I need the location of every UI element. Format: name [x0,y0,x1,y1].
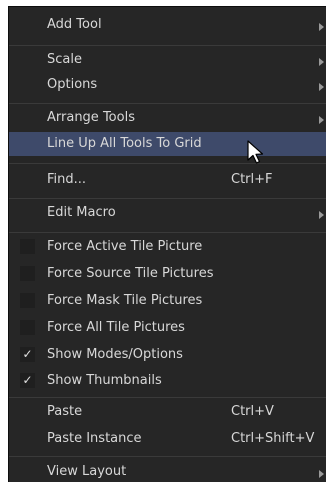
submenu-arrow-icon [319,116,324,124]
submenu-arrow-icon [319,211,324,219]
menu-item-find[interactable]: Find... Ctrl+F [9,172,326,192]
menu-item-label: Edit Macro [47,205,116,220]
menu-item-label: Options [47,77,98,92]
checkbox [20,266,35,281]
menu-item-label: View Layout [47,464,127,479]
menu-item-scale[interactable]: Scale [9,52,326,72]
mouse-pointer-icon [247,140,264,164]
menu-item-label: Paste [47,404,83,419]
checkbox [20,239,35,254]
menu-item-line-up-all-tools-to-grid[interactable]: Line Up All Tools To Grid [9,132,326,156]
menu-item-view-layout[interactable]: View Layout [9,464,326,484]
menu-separator [9,103,326,104]
menu-item-label: Show Modes/Options [47,347,183,362]
menu-item-paste[interactable]: Paste Ctrl+V [9,404,326,424]
check-mark-icon: ✓ [20,373,35,388]
menu-item-label: Paste Instance [47,431,142,446]
menu-item-shortcut: Ctrl+V [231,404,274,419]
menu-separator [9,198,326,199]
menu-item-force-mask-tile-pictures[interactable]: Force Mask Tile Pictures [9,291,326,313]
menu-item-label: Add Tool [47,17,102,32]
menu-item-paste-instance[interactable]: Paste Instance Ctrl+Shift+V [9,431,326,451]
menu-item-edit-macro[interactable]: Edit Macro [9,205,326,225]
menu-item-label: Line Up All Tools To Grid [47,136,202,151]
checkbox [20,293,35,308]
menu-item-label: Scale [47,52,82,67]
context-menu: Add Tool Scale Options Arrange Tools Lin… [8,6,326,482]
menu-item-shortcut: Ctrl+F [231,172,273,187]
menu-item-label: Force All Tile Pictures [47,320,185,335]
submenu-arrow-icon [319,58,324,66]
menu-separator [9,397,326,398]
submenu-arrow-icon [319,470,324,478]
menu-item-arrange-tools[interactable]: Arrange Tools [9,110,326,130]
menu-item-add-tool[interactable]: Add Tool [9,17,326,37]
menu-item-label: Arrange Tools [47,110,135,125]
submenu-arrow-icon [319,83,324,91]
menu-separator [9,456,326,457]
submenu-arrow-icon [319,23,324,31]
menu-item-show-modes-options[interactable]: ✓ Show Modes/Options [9,345,326,367]
menu-item-options[interactable]: Options [9,77,326,97]
menu-item-shortcut: Ctrl+Shift+V [231,431,315,446]
checkbox [20,320,35,335]
menu-item-force-active-tile-picture[interactable]: Force Active Tile Picture [9,237,326,259]
menu-item-label: Force Active Tile Picture [47,239,203,254]
menu-separator [9,232,326,233]
menu-separator [9,45,326,46]
menu-item-force-all-tile-pictures[interactable]: Force All Tile Pictures [9,318,326,340]
menu-item-show-thumbnails[interactable]: ✓ Show Thumbnails [9,371,326,393]
menu-item-label: Force Source Tile Pictures [47,266,214,281]
menu-separator [9,163,326,164]
menu-item-label: Find... [47,172,87,187]
menu-item-force-source-tile-pictures[interactable]: Force Source Tile Pictures [9,264,326,286]
check-mark-icon: ✓ [20,347,35,362]
menu-item-label: Force Mask Tile Pictures [47,293,203,308]
menu-item-label: Show Thumbnails [47,373,162,388]
